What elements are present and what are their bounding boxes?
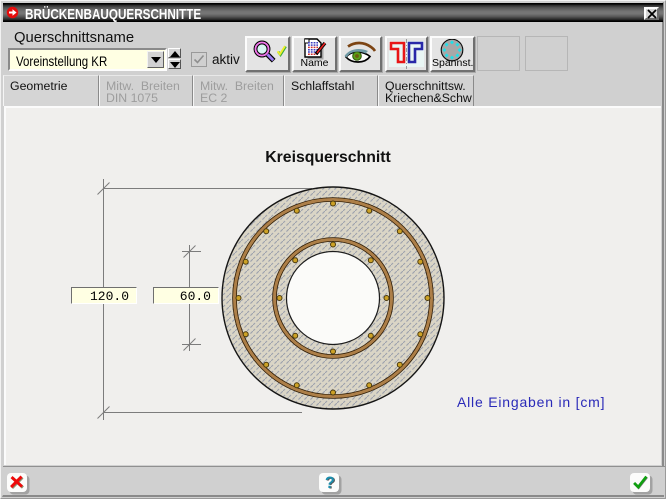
svg-text:?: ? [325,474,335,492]
